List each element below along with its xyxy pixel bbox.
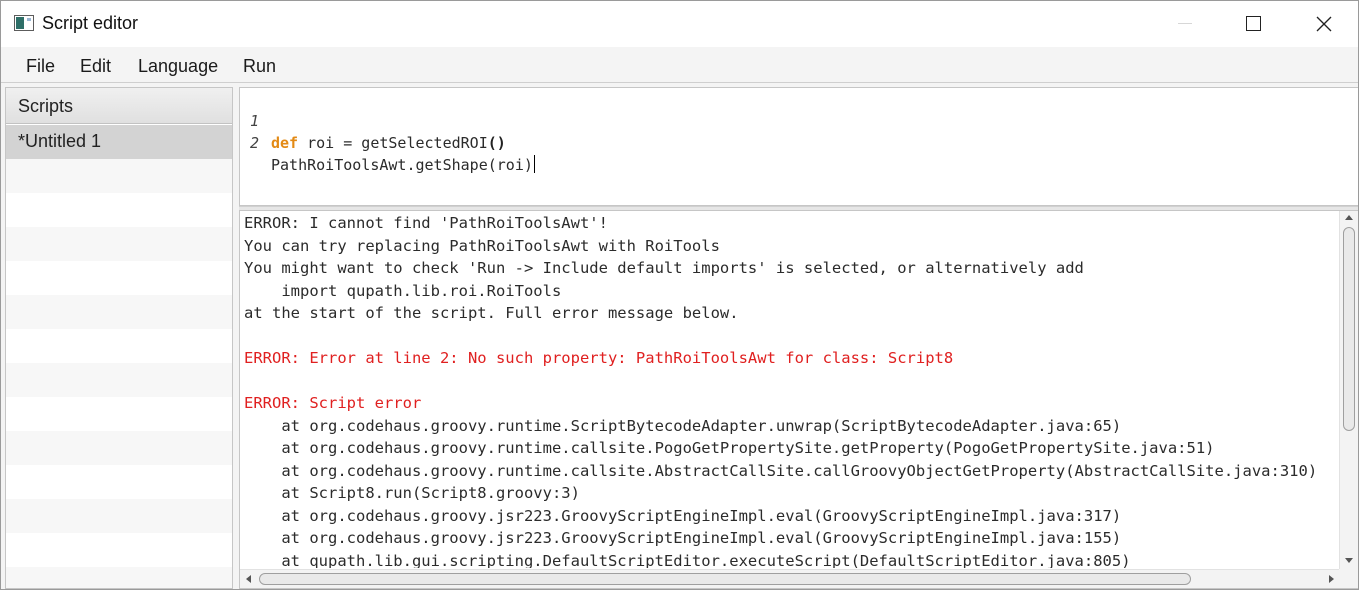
code-text: def roi = getSelectedROI() (271, 132, 506, 154)
scroll-up-icon[interactable] (1345, 215, 1353, 220)
scroll-left-icon[interactable] (246, 575, 251, 583)
close-icon (1316, 16, 1332, 32)
scroll-right-icon[interactable] (1329, 575, 1334, 583)
scripts-header-label: Scripts (18, 96, 74, 116)
console-output[interactable]: ERROR: I cannot find 'PathRoiToolsAwt'! Y… (239, 210, 1358, 589)
code-line: 2 PathRoiToolsAwt.getShape(roi) (240, 110, 535, 174)
script-list-empty-row (6, 193, 232, 227)
title-bar: Script editor (1, 1, 1358, 47)
script-list-empty-row (6, 227, 232, 261)
script-list-empty-row (6, 397, 232, 431)
script-list-empty-row (6, 499, 232, 533)
menu-run[interactable]: Run (243, 56, 276, 77)
script-item-label: *Untitled 1 (18, 131, 102, 151)
script-list-empty-row (6, 431, 232, 465)
code-text-body: roi = getSelectedROI (298, 134, 488, 152)
close-button[interactable] (1288, 1, 1358, 47)
console-line: import qupath.lib.roi.RoiTools (244, 281, 562, 300)
horizontal-scroll-thumb[interactable] (259, 573, 1191, 585)
menu-bar: File Edit Language Run (1, 47, 1358, 83)
scrollbar-corner (1339, 569, 1358, 588)
scripts-header: Scripts (6, 88, 232, 124)
line-number: 2 (250, 134, 260, 152)
console-line: ERROR: I cannot find 'PathRoiToolsAwt'! (244, 214, 608, 232)
script-list-empty-row (6, 567, 232, 588)
console-text: ERROR: I cannot find 'PathRoiToolsAwt'! Y… (244, 212, 1339, 568)
code-editor[interactable]: 1 def roi = getSelectedROI() 2 PathRoiTo… (239, 87, 1358, 206)
console-line: at the start of the script. Full error m… (244, 304, 739, 322)
maximize-button[interactable] (1218, 1, 1288, 47)
script-list: *Untitled 1 (6, 125, 232, 588)
vertical-scrollbar[interactable] (1339, 211, 1358, 569)
script-list-empty-row (6, 261, 232, 295)
vertical-scroll-thumb[interactable] (1343, 227, 1355, 431)
minimize-icon (1178, 23, 1192, 24)
code-parens: () (487, 134, 506, 152)
console-line: at org.codehaus.groovy.runtime.ScriptByt… (244, 416, 1122, 435)
console-line: at qupath.lib.gui.scripting.DefaultScrip… (244, 551, 1131, 569)
console-line: at org.codehaus.groovy.runtime.callsite.… (244, 439, 1215, 457)
menu-language[interactable]: Language (138, 56, 218, 77)
horizontal-scrollbar[interactable] (240, 569, 1340, 588)
script-list-empty-row (6, 533, 232, 567)
console-line: You might want to check 'Run -> Include … (244, 259, 1084, 277)
console-line: at org.codehaus.groovy.runtime.callsite.… (244, 461, 1318, 480)
text-caret (533, 155, 535, 173)
script-list-empty-row (6, 295, 232, 329)
script-list-empty-row (6, 465, 232, 499)
script-list-empty-row (6, 363, 232, 397)
scroll-down-icon[interactable] (1345, 558, 1353, 563)
script-item-untitled-1[interactable]: *Untitled 1 (6, 125, 232, 159)
code-line: 1 def roi = getSelectedROI() (240, 88, 506, 152)
script-list-empty-row (6, 159, 232, 193)
maximize-icon (1246, 16, 1261, 31)
console-error-line: ERROR: Error at line 2: No such property… (244, 349, 954, 367)
script-list-empty-row (6, 329, 232, 363)
menu-file[interactable]: File (26, 56, 55, 77)
code-text: PathRoiToolsAwt.getShape(roi) (271, 154, 535, 176)
window-title: Script editor (42, 13, 139, 33)
script-editor-window: Script editor File Edit Language Run Scr… (0, 0, 1359, 590)
console-line: You can try replacing PathRoiToolsAwt wi… (244, 236, 720, 255)
minimize-button[interactable] (1150, 1, 1220, 47)
console-line: at org.codehaus.groovy.jsr223.GroovyScri… (244, 529, 1122, 547)
code-text-body: PathRoiToolsAwt.getShape(roi) (271, 156, 533, 174)
console-error-line: ERROR: Script error (244, 394, 422, 412)
window-app-icon (14, 15, 34, 31)
menu-edit[interactable]: Edit (80, 56, 111, 77)
console-line: at org.codehaus.groovy.jsr223.GroovyScri… (244, 506, 1122, 525)
console-line: at Script8.run(Script8.groovy:3) (244, 484, 580, 502)
scripts-sidebar: Scripts *Untitled 1 (5, 87, 233, 589)
